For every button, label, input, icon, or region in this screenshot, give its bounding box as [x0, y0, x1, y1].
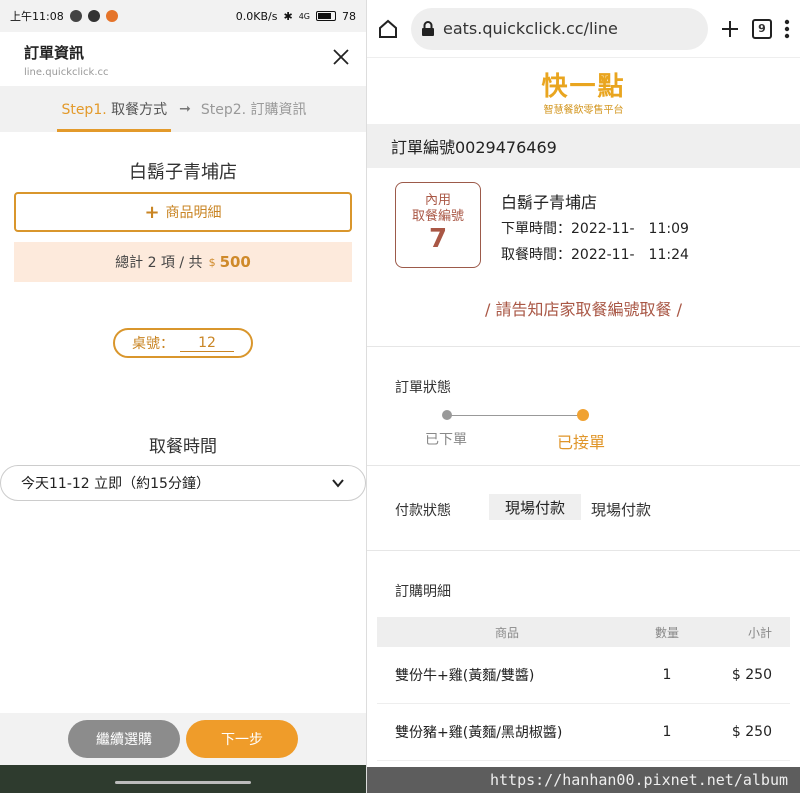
- chevron-down-icon: [332, 479, 344, 488]
- item-name: 雙份豬+雞(黃麵/黑胡椒醬): [395, 725, 563, 741]
- arrow-right-icon: ➞: [179, 101, 191, 117]
- pickup-notice: / 請告知店家取餐編號取餐 /: [367, 290, 800, 347]
- browser-toolbar: eats.quickclick.cc/line 9: [367, 0, 800, 58]
- item-details-button[interactable]: + 商品明細: [14, 192, 352, 232]
- store-name: 白鬍子青埔店: [129, 162, 237, 183]
- order-number: 訂單編號0029476469: [367, 124, 800, 168]
- url-bar[interactable]: eats.quickclick.cc/line: [411, 7, 708, 50]
- currency-symbol: $: [208, 255, 216, 269]
- payment-status-label: 付款狀態: [395, 503, 451, 519]
- table-number-label: 桌號：: [132, 336, 174, 352]
- url-text: eats.quickclick.cc/line: [443, 19, 618, 38]
- order-items-table: 商品 數量 小計 雙份牛+雞(黃麵/雙醬) 1 $ 250 雙份豬+雞(黃麵/黑…: [377, 617, 790, 761]
- pickup-time-value: 今天11-12 立即（約15分鐘）: [21, 476, 210, 492]
- modal-subtitle: line.quickclick.cc: [24, 67, 109, 78]
- total-label: 總計 2 項 / 共: [115, 255, 203, 271]
- table-number-field[interactable]: 桌號： 12: [113, 328, 253, 358]
- more-options-icon[interactable]: [784, 19, 790, 39]
- header-qty: 數量: [654, 625, 679, 640]
- step-accepted-dot: [577, 409, 589, 421]
- new-tab-icon[interactable]: [720, 19, 740, 39]
- item-name: 雙份牛+雞(黃麵/雙醬): [395, 668, 535, 684]
- step-placed-label: 已下單: [425, 432, 467, 448]
- brand-logo: 快一點 智慧餐飲零售平台: [367, 58, 800, 124]
- modal-title: 訂單資訊: [24, 44, 85, 62]
- step-1-prefix: Step1.: [61, 102, 107, 118]
- store-name: 白鬍子青埔店: [501, 193, 598, 212]
- brand-name: 快一點: [541, 72, 626, 102]
- battery-level: 78: [342, 9, 356, 23]
- brand-tagline: 智慧餐飲零售平台: [543, 105, 624, 116]
- step-2: Step2. 訂購資訊: [200, 102, 307, 118]
- payment-section: 付款狀態 現場付款 現場付款: [367, 466, 800, 551]
- progress-line: [447, 415, 585, 416]
- step-1: Step1. 取餐方式: [57, 99, 171, 132]
- payment-method-text: 現場付款: [591, 501, 652, 519]
- item-subtotal: $ 250: [731, 724, 772, 740]
- home-gesture-handle[interactable]: [115, 781, 251, 784]
- order-status-label: 訂單狀態: [395, 380, 451, 396]
- step-1-name: 取餐方式: [111, 102, 168, 118]
- continue-shopping-button[interactable]: 繼續選購: [68, 720, 180, 758]
- table-row: 雙份豬+雞(黃麵/黑胡椒醬) 1 $ 250: [377, 704, 790, 761]
- tab-count-button[interactable]: 9: [752, 18, 772, 39]
- step-accepted-label: 已接單: [557, 433, 606, 452]
- next-step-button[interactable]: 下一步: [186, 720, 298, 758]
- total-amount: 500: [219, 253, 251, 271]
- step-indicator: Step1. 取餐方式 ➞ Step2. 訂購資訊: [0, 86, 366, 132]
- item-subtotal: $ 250: [731, 667, 772, 683]
- pickup-time: 取餐時間：2022-11- 11:24: [501, 247, 689, 263]
- status-bar: 上午11:08 0.0KB/s ✱ 4G 78: [0, 0, 366, 32]
- header-item: 商品: [494, 625, 519, 640]
- item-qty: 1: [662, 724, 672, 740]
- lock-icon: [422, 20, 434, 36]
- header-subtotal: 小計: [747, 625, 772, 640]
- payment-method-chip: 現場付款: [489, 494, 582, 520]
- pickup-number-box: 內用 取餐編號 7: [395, 182, 481, 268]
- network-speed: 0.0KB/s: [235, 9, 278, 23]
- notification-icon: [69, 10, 82, 22]
- table-header: 商品 數量 小計: [377, 617, 790, 647]
- close-icon[interactable]: [330, 46, 352, 68]
- order-status-section: 訂單狀態 已下單 已接單: [367, 347, 800, 466]
- modal-header: 訂單資訊 line.quickclick.cc: [0, 32, 366, 86]
- system-nav-bar: [0, 765, 366, 793]
- item-qty: 1: [662, 667, 672, 683]
- bluetooth-icon: ✱: [283, 9, 293, 23]
- pickup-number-label: 取餐編號: [411, 209, 464, 224]
- pickup-time-select[interactable]: 今天11-12 立即（約15分鐘）: [0, 465, 366, 501]
- order-info: 白鬍子青埔店 下單時間：2022-11- 11:09 取餐時間：2022-11-…: [501, 190, 689, 268]
- order-time: 下單時間：2022-11- 11:09: [501, 221, 689, 237]
- total-summary: 總計 2 項 / 共 $ 500: [14, 242, 352, 282]
- item-details-label: 商品明細: [165, 205, 222, 221]
- plus-icon: +: [144, 201, 160, 223]
- table-row: 雙份牛+雞(黃麵/雙醬) 1 $ 250: [377, 647, 790, 704]
- order-info-panel: 上午11:08 0.0KB/s ✱ 4G 78 訂單資訊 line.quickc…: [0, 0, 366, 793]
- dine-in-label: 內用: [424, 193, 451, 208]
- ticket-section: 內用 取餐編號 7 白鬍子青埔店 下單時間：2022-11- 11:09 取餐時…: [367, 168, 800, 290]
- table-number-value[interactable]: 12: [180, 335, 234, 352]
- battery-icon: [316, 11, 336, 21]
- pickup-number: 7: [428, 224, 448, 254]
- action-bar: 繼續選購 下一步: [0, 713, 366, 765]
- network-type: 4G: [298, 11, 310, 21]
- order-status-panel: eats.quickclick.cc/line 9 快一點 智慧餐飲零售平台 訂…: [366, 0, 800, 793]
- step-placed-dot: [442, 410, 452, 420]
- parking-icon: [87, 10, 100, 22]
- pickup-time-label: 取餐時間: [149, 437, 217, 457]
- watermark: https://hanhan00.pixnet.net/album: [367, 767, 800, 793]
- app-icon: [105, 10, 118, 22]
- home-icon[interactable]: [377, 18, 399, 40]
- status-time: 上午11:08: [10, 10, 64, 23]
- order-details-label: 訂購明細: [395, 584, 451, 600]
